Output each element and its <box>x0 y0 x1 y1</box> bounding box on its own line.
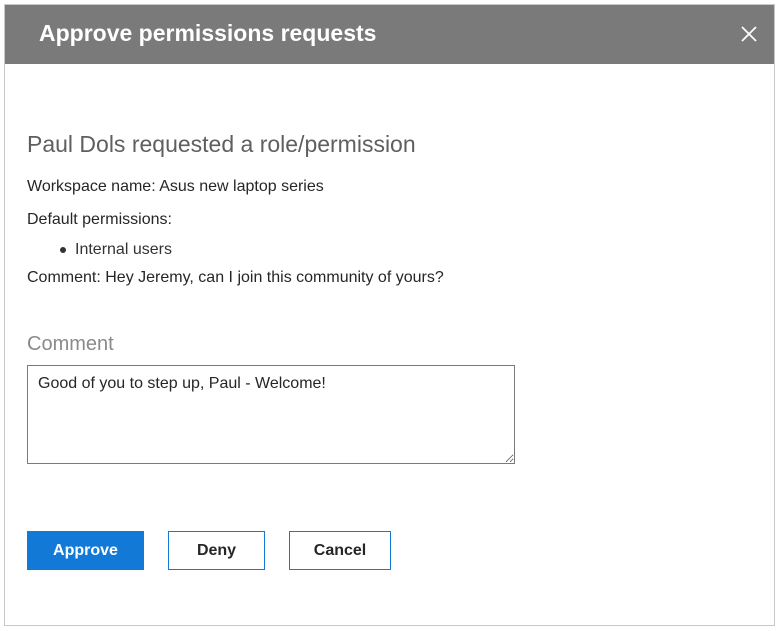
bullet-icon <box>60 247 66 253</box>
request-comment-line: Comment: Hey Jeremy, can I join this com… <box>27 268 444 288</box>
dialog-titlebar: Approve permissions requests <box>5 5 774 64</box>
request-heading: Paul Dols requested a role/permission <box>27 131 416 157</box>
cancel-button[interactable]: Cancel <box>289 531 391 570</box>
workspace-name-value: Asus new laptop series <box>159 178 324 195</box>
approve-permissions-dialog: Approve permissions requests Paul Dols r… <box>4 4 775 626</box>
request-comment-value: Hey Jeremy, can I join this community of… <box>105 269 444 286</box>
close-icon[interactable] <box>738 23 760 45</box>
comment-field-label: Comment <box>27 333 114 355</box>
permissions-list: Internal users <box>27 240 172 260</box>
workspace-name-label: Workspace name: <box>27 178 160 195</box>
default-permissions-label: Default permissions: <box>27 211 172 228</box>
list-item: Internal users <box>27 240 172 260</box>
dialog-title: Approve permissions requests <box>39 20 377 46</box>
deny-button[interactable]: Deny <box>168 531 265 570</box>
comment-textarea[interactable] <box>27 365 515 464</box>
approve-button[interactable]: Approve <box>27 531 144 570</box>
permission-item-label: Internal users <box>75 241 172 258</box>
request-comment-label: Comment: <box>27 269 106 286</box>
workspace-name-line: Workspace name: Asus new laptop series <box>27 177 324 197</box>
